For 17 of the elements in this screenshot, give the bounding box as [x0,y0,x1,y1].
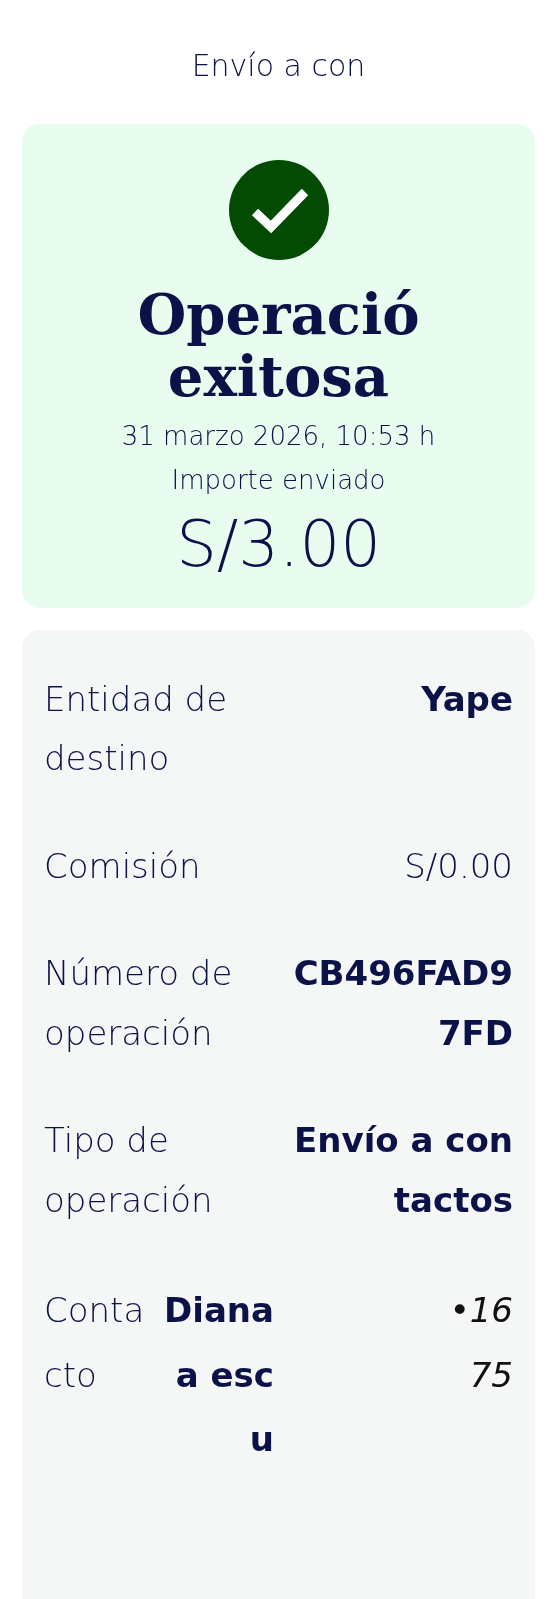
detail-label: Contacto [44,1289,146,1397]
detail-label: Comisión [44,844,202,888]
success-title: Operació exitosa [136,284,421,408]
detail-value: CB496FAD97FD [293,952,513,1055]
detail-value: S/0.00 [404,844,513,888]
detail-label: Entidad de destino [44,677,229,781]
check-icon [228,160,329,260]
operation-date: 31 marzo 2026, 10:53 h [121,421,436,452]
detail-label: Número de operación [44,952,234,1055]
contact-name: Diana a escu [164,1289,274,1462]
amount-label: Importe enviado [171,465,386,496]
amount-sent: S/3.00 [176,509,381,580]
detail-value: Yape [421,677,513,721]
detail-label: Tipo de operación [44,1119,214,1222]
detail-value: Envío a contactos [293,1119,513,1222]
contact-phone: •1675 [448,1289,513,1397]
page-title: Envío a con [191,48,366,84]
